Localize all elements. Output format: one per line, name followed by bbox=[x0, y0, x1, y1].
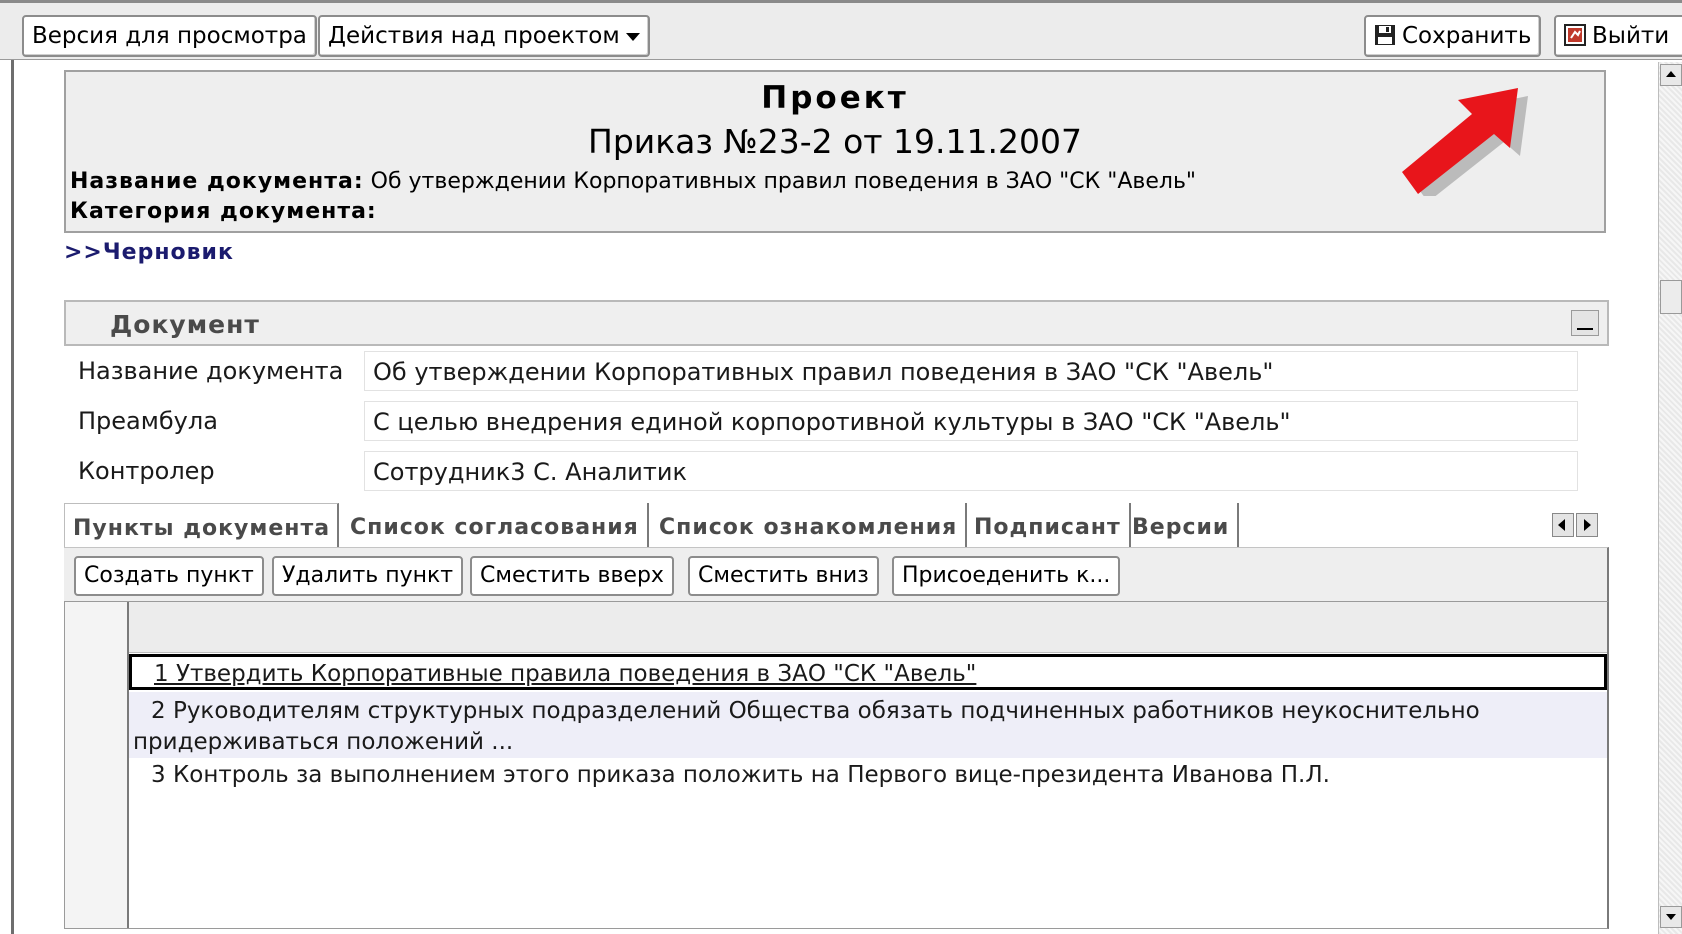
red-arrow-icon bbox=[1402, 88, 1528, 196]
caret-down-icon bbox=[625, 32, 640, 41]
table-row[interactable]: 3 Контроль за выполнением этого приказа … bbox=[129, 758, 1607, 794]
move-down-button[interactable]: Сместить вниз bbox=[688, 556, 879, 596]
document-header-panel: Проект Приказ №23-2 от 19.11.2007 Назван… bbox=[64, 70, 1606, 233]
tab-acquaintance-list[interactable]: Список ознакомления bbox=[651, 503, 968, 547]
floppy-disk-icon bbox=[1375, 25, 1395, 45]
tabs-scroll-right-button[interactable] bbox=[1576, 513, 1598, 537]
tab-document-items[interactable]: Пункты документа bbox=[64, 503, 339, 547]
table-row[interactable]: 2 Руководителям структурных подразделени… bbox=[129, 692, 1607, 758]
project-actions-label: Действия над проектом bbox=[328, 23, 620, 49]
field-label: Название документа bbox=[78, 357, 344, 385]
left-border bbox=[11, 60, 14, 934]
item-text: 2 Руководителям структурных подразделени… bbox=[133, 698, 1480, 755]
field-row-doc-name: Название документа Об утверждении Корпор… bbox=[66, 349, 1580, 395]
save-button[interactable]: Сохранить bbox=[1364, 15, 1542, 57]
tab-versions[interactable]: Версии bbox=[1124, 503, 1240, 547]
collapse-section-button[interactable] bbox=[1571, 310, 1599, 336]
delete-item-button[interactable]: Удалить пункт bbox=[272, 556, 464, 596]
tab-signatory[interactable]: Подписант bbox=[966, 503, 1131, 547]
header-doc-name-value: Об утверждении Корпоративных правил пове… bbox=[370, 169, 1197, 194]
table-row[interactable]: 1 Утвердить Корпоративные правила поведе… bbox=[129, 654, 1607, 690]
header-category: Категория документа: bbox=[70, 199, 377, 224]
tab-bar: Пункты документа Список согласования Спи… bbox=[64, 503, 1609, 547]
controller-field[interactable]: Сотрудник3 С. Аналитик bbox=[364, 451, 1578, 491]
tabs-scroll-left-button[interactable] bbox=[1552, 513, 1574, 537]
view-version-button[interactable]: Версия для просмотра bbox=[22, 15, 317, 57]
items-actions-bar: Создать пункт Удалить пункт Сместить вве… bbox=[64, 547, 1609, 601]
save-label: Сохранить bbox=[1402, 23, 1532, 49]
section-title: Документ bbox=[110, 310, 260, 339]
top-toolbar: Версия для просмотра Действия над проект… bbox=[0, 0, 1682, 60]
grid-header bbox=[65, 602, 1607, 653]
tab-approval-list[interactable]: Список согласования bbox=[342, 503, 649, 547]
field-label: Преамбула bbox=[78, 407, 218, 435]
arrow-right-icon bbox=[1584, 519, 1591, 531]
scroll-up-button[interactable] bbox=[1660, 64, 1682, 86]
field-label: Контролер bbox=[78, 457, 215, 485]
header-doc-name: Название документа: Об утверждении Корпо… bbox=[70, 169, 1196, 194]
header-category-label: Категория документа: bbox=[70, 199, 377, 224]
exit-label: Выйти bbox=[1592, 23, 1670, 49]
grid-row-gutter bbox=[65, 602, 129, 928]
header-doc-name-label: Название документа: bbox=[70, 169, 364, 194]
document-section-header: Документ bbox=[64, 300, 1609, 346]
arrow-down-icon bbox=[1666, 914, 1676, 920]
field-row-preamble: Преамбула С целью внедрения единой корпо… bbox=[66, 399, 1580, 445]
item-text: 3 Контроль за выполнением этого приказа … bbox=[151, 762, 1330, 788]
page-title: Проект bbox=[761, 80, 909, 116]
items-grid: 1 Утвердить Корпоративные правила поведе… bbox=[64, 601, 1609, 929]
field-row-controller: Контролер Сотрудник3 С. Аналитик bbox=[66, 449, 1580, 495]
status-draft-link[interactable]: >>Черновик bbox=[64, 240, 234, 265]
arrow-left-icon bbox=[1558, 519, 1565, 531]
vertical-scrollbar[interactable] bbox=[1658, 62, 1682, 934]
scroll-down-button[interactable] bbox=[1660, 906, 1682, 928]
create-item-button[interactable]: Создать пункт bbox=[74, 556, 264, 596]
preamble-field[interactable]: С целью внедрения единой корпоротивной к… bbox=[364, 401, 1578, 441]
item-text: 1 Утвердить Корпоративные правила поведе… bbox=[154, 661, 977, 687]
project-actions-menu-button[interactable]: Действия над проектом bbox=[318, 15, 650, 57]
move-up-button[interactable]: Сместить вверх bbox=[470, 556, 674, 596]
scroll-thumb[interactable] bbox=[1660, 280, 1682, 314]
exit-icon bbox=[1564, 24, 1586, 46]
order-subtitle: Приказ №23-2 от 19.11.2007 bbox=[588, 122, 1082, 161]
doc-name-field[interactable]: Об утверждении Корпоративных правил пове… bbox=[364, 351, 1578, 391]
attach-to-button[interactable]: Присоеденить к... bbox=[892, 556, 1121, 596]
exit-button[interactable]: Выйти bbox=[1554, 15, 1682, 57]
arrow-up-icon bbox=[1666, 71, 1676, 77]
